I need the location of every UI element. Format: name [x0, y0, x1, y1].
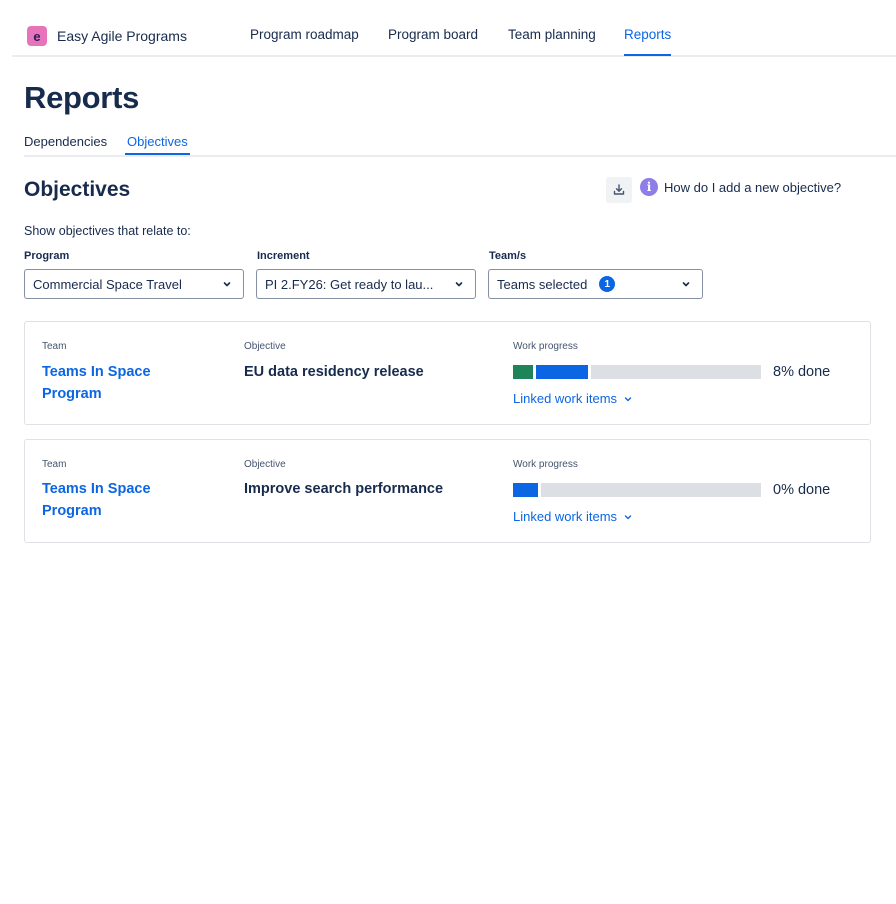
program-label: Program: [24, 250, 70, 262]
filter-intro: Show objectives that relate to:: [24, 224, 191, 238]
page-title: Reports: [24, 80, 140, 115]
increment-select[interactable]: PI 2.FY26: Get ready to lau...: [256, 269, 476, 299]
progress-in-progress-segment: [513, 483, 538, 497]
report-tabs: Dependencies Objectives: [24, 134, 896, 157]
brand[interactable]: e Easy Agile Programs: [27, 26, 187, 46]
chevron-down-icon: [624, 396, 632, 401]
help-text: How do I add a new objective?: [664, 179, 842, 195]
team-link[interactable]: Teams In Space Program: [42, 478, 192, 522]
progress-percent: 0% done: [773, 482, 831, 498]
objective-card: Team Objective Work progress Teams In Sp…: [24, 321, 871, 425]
chevron-down-icon: [223, 282, 231, 287]
brand-logo-letter: e: [33, 28, 41, 44]
teams-select-value: Teams selected: [497, 276, 588, 292]
nav-program-roadmap[interactable]: Program roadmap: [250, 27, 359, 42]
progress-todo-segment: [541, 483, 761, 497]
download-button[interactable]: [606, 177, 632, 203]
progress-done-segment: [513, 365, 533, 379]
objective-column-label: Objective: [244, 459, 286, 470]
progress-percent: 8% done: [773, 364, 831, 380]
chevron-down-icon: [455, 282, 463, 287]
linked-work-items-label: Linked work items: [513, 391, 618, 406]
teams-count-badge: 1: [599, 276, 616, 292]
program-select-value: Commercial Space Travel: [33, 276, 182, 292]
tab-dependencies[interactable]: Dependencies: [24, 134, 107, 149]
nav-program-board[interactable]: Program board: [388, 27, 478, 42]
objective-name: Improve search performance: [244, 481, 444, 497]
progress-in-progress-segment: [536, 365, 588, 379]
increment-select-value: PI 2.FY26: Get ready to lau...: [265, 276, 434, 292]
progress-todo-segment: [591, 365, 761, 379]
objective-card: Team Objective Work progress Teams In Sp…: [24, 439, 871, 543]
progress-column-label: Work progress: [513, 341, 578, 352]
download-icon: [613, 184, 625, 195]
increment-label: Increment: [257, 250, 310, 262]
teams-select[interactable]: Teams selected 1: [488, 269, 703, 299]
nav-team-planning[interactable]: Team planning: [508, 27, 596, 42]
chevron-down-icon: [624, 514, 632, 519]
linked-work-items-toggle[interactable]: Linked work items: [513, 509, 633, 524]
team-column-label: Team: [42, 459, 67, 470]
work-progress-bar: [513, 483, 761, 497]
tab-objectives[interactable]: Objectives: [125, 134, 190, 155]
progress-column-label: Work progress: [513, 459, 578, 470]
chevron-down-icon: [682, 282, 690, 287]
help-link[interactable]: i How do I add a new objective?: [640, 178, 841, 196]
work-progress-bar: [513, 365, 761, 379]
top-navigation: e Easy Agile Programs Program roadmap Pr…: [12, 0, 896, 57]
brand-name: Easy Agile Programs: [57, 28, 187, 44]
section-title: Objectives: [24, 178, 131, 201]
program-select[interactable]: Commercial Space Travel: [24, 269, 244, 299]
team-column-label: Team: [42, 341, 67, 352]
nav-reports[interactable]: Reports: [624, 27, 672, 56]
linked-work-items-toggle[interactable]: Linked work items: [513, 391, 633, 406]
info-icon: i: [640, 178, 658, 196]
teams-label: Team/s: [489, 250, 527, 262]
brand-logo: e: [27, 26, 47, 46]
objective-column-label: Objective: [244, 341, 286, 352]
objective-name: EU data residency release: [244, 364, 424, 380]
team-link[interactable]: Teams In Space Program: [42, 361, 192, 405]
linked-work-items-label: Linked work items: [513, 509, 618, 524]
